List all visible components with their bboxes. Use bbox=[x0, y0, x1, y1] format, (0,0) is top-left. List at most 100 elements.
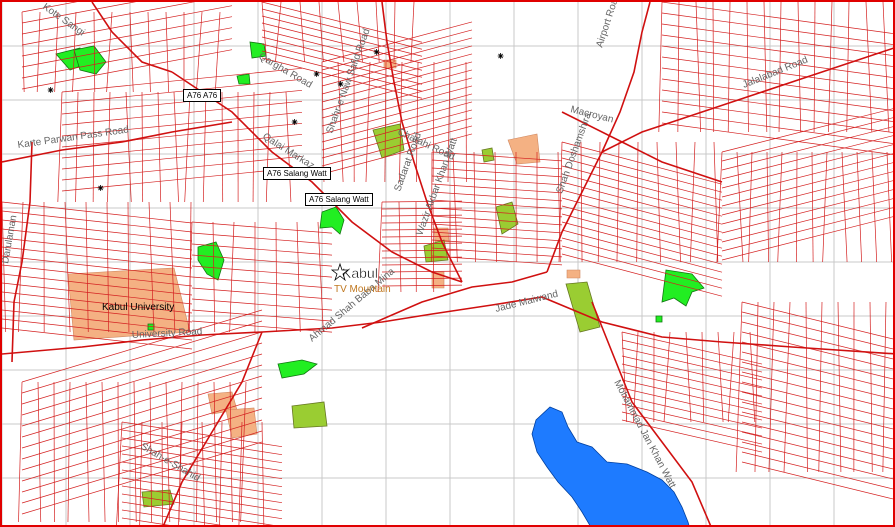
street bbox=[452, 151, 458, 263]
label-airport: Airport Road bbox=[594, 2, 622, 49]
map-layer: Karte Parwan Pass Road University Road Q… bbox=[2, 2, 893, 525]
street bbox=[621, 347, 763, 381]
street bbox=[763, 2, 768, 133]
street bbox=[721, 180, 893, 225]
street bbox=[261, 421, 265, 525]
street bbox=[219, 421, 223, 525]
street bbox=[886, 151, 892, 263]
street bbox=[107, 91, 111, 203]
street bbox=[431, 183, 563, 194]
route-shield-salang[interactable]: A76 Salang Watt bbox=[263, 167, 331, 180]
building-block bbox=[507, 133, 541, 165]
street bbox=[101, 381, 106, 523]
street bbox=[202, 91, 207, 203]
street bbox=[712, 2, 715, 133]
street bbox=[21, 49, 233, 90]
street bbox=[621, 355, 763, 389]
street bbox=[37, 381, 42, 523]
street bbox=[813, 2, 816, 133]
map-canvas[interactable]: Karte Parwan Pass Road University Road Q… bbox=[0, 0, 895, 527]
street bbox=[75, 91, 79, 203]
street bbox=[196, 11, 203, 93]
street bbox=[721, 153, 893, 198]
street bbox=[21, 11, 25, 93]
street bbox=[621, 387, 763, 421]
street bbox=[846, 2, 850, 133]
street bbox=[161, 421, 163, 525]
street bbox=[558, 141, 563, 263]
street bbox=[741, 321, 893, 360]
street bbox=[658, 2, 663, 133]
street bbox=[871, 151, 878, 263]
street bbox=[621, 371, 763, 405]
street bbox=[165, 11, 169, 93]
street bbox=[191, 298, 333, 311]
poi-icon[interactable]: ⁕ bbox=[496, 52, 505, 63]
street bbox=[721, 198, 893, 243]
street bbox=[717, 331, 724, 423]
park bbox=[661, 269, 705, 307]
poi-icon[interactable]: ⁕ bbox=[312, 70, 321, 81]
field bbox=[291, 401, 328, 429]
street bbox=[713, 141, 719, 263]
street bbox=[57, 91, 63, 203]
street bbox=[431, 167, 563, 178]
street bbox=[741, 311, 893, 350]
field bbox=[565, 281, 601, 333]
street bbox=[766, 151, 769, 263]
label-maiwand: Jade Maiwand bbox=[494, 289, 559, 315]
street bbox=[431, 223, 563, 234]
street bbox=[796, 151, 798, 263]
street bbox=[21, 353, 263, 427]
street bbox=[741, 381, 893, 420]
street bbox=[741, 301, 893, 340]
street bbox=[621, 363, 763, 397]
poi-icon[interactable]: ⁕ bbox=[290, 118, 299, 129]
street bbox=[721, 189, 893, 234]
street bbox=[677, 2, 680, 133]
street bbox=[221, 91, 224, 203]
street bbox=[157, 91, 162, 203]
field bbox=[481, 147, 495, 163]
street bbox=[865, 2, 873, 133]
street bbox=[721, 207, 893, 252]
street bbox=[191, 287, 333, 300]
street bbox=[621, 379, 763, 413]
poi-icon[interactable]: ⁕ bbox=[336, 80, 345, 91]
street bbox=[85, 381, 90, 523]
street bbox=[54, 11, 59, 93]
route-shield-salang[interactable]: A76 Salang Watt bbox=[305, 193, 373, 206]
street bbox=[2, 210, 193, 233]
street bbox=[783, 301, 791, 473]
street bbox=[431, 247, 563, 258]
street bbox=[416, 61, 419, 183]
label-kabul-university[interactable]: Kabul University bbox=[102, 302, 174, 313]
street bbox=[275, 2, 282, 63]
street bbox=[2, 246, 193, 269]
park bbox=[655, 315, 663, 323]
street bbox=[828, 2, 833, 133]
poi-icon[interactable]: ⁕ bbox=[96, 184, 105, 195]
street bbox=[2, 201, 193, 224]
street bbox=[741, 361, 893, 400]
street-labels: Karte Parwan Pass Road University Road Q… bbox=[2, 2, 810, 490]
street bbox=[431, 215, 563, 226]
street bbox=[869, 301, 873, 473]
street bbox=[191, 320, 333, 333]
street bbox=[147, 11, 151, 93]
street bbox=[318, 2, 324, 63]
route-shield-a76[interactable]: A76 A76 bbox=[183, 89, 222, 102]
street bbox=[721, 135, 893, 180]
street bbox=[741, 331, 893, 370]
label-city-kabul[interactable]: Kabul bbox=[342, 265, 378, 281]
street bbox=[431, 191, 563, 202]
street bbox=[141, 91, 144, 203]
street bbox=[299, 2, 305, 63]
street bbox=[473, 151, 476, 263]
street bbox=[393, 2, 396, 63]
poi-icon[interactable]: ⁕ bbox=[46, 86, 55, 97]
street bbox=[663, 331, 671, 423]
poi-icon[interactable]: ⁕ bbox=[372, 48, 381, 59]
street bbox=[685, 331, 692, 423]
street bbox=[2, 201, 7, 333]
